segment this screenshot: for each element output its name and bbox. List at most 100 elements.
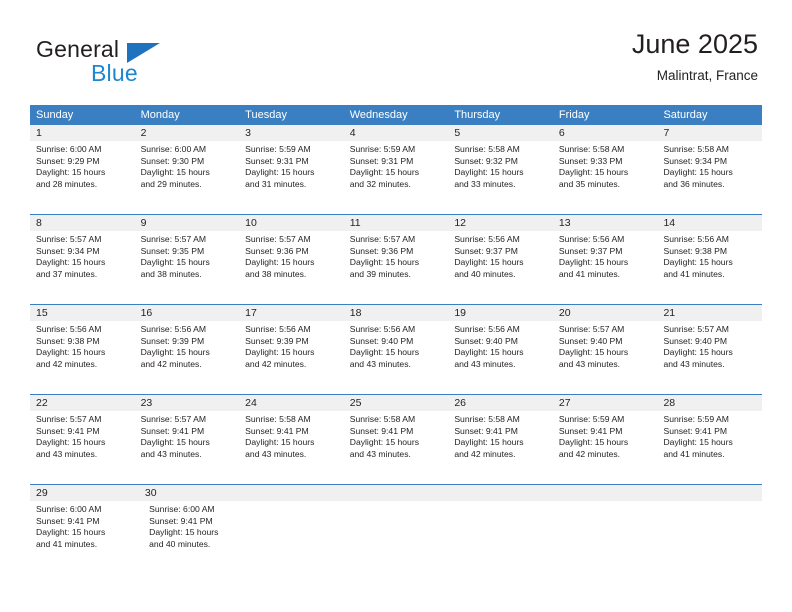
week-day-detail-row: Sunrise: 5:57 AM Sunset: 9:34 PM Daylight:… xyxy=(30,231,762,304)
sunset-text: Sunset: 9:41 PM xyxy=(663,425,728,436)
day-number[interactable]: 20 xyxy=(553,305,658,321)
calendar-week-row: 22 23 24 25 26 27 28 Sunrise: 5:57 AM Sunset: 9:… xyxy=(30,394,762,484)
day-number[interactable]: 3 xyxy=(239,125,344,141)
calendar-page: General Blue June 2025 Malintrat, France… xyxy=(0,0,792,612)
day-cell[interactable]: Sunrise: 5:56 AM Sunset: 9:40 PM Daylight:… xyxy=(448,321,553,394)
day-number[interactable]: 30 xyxy=(139,485,248,501)
day-number[interactable]: 16 xyxy=(135,305,240,321)
weekday-header-thursday: Thursday xyxy=(454,109,501,121)
day-number[interactable]: 19 xyxy=(448,305,553,321)
sunset-text: Sunset: 9:29 PM xyxy=(36,155,100,166)
sunset-text: Sunset: 9:34 PM xyxy=(36,245,100,256)
daylight-text-line1: Daylight: 15 hours xyxy=(558,167,629,178)
day-cell[interactable]: Sunrise: 5:56 AM Sunset: 9:39 PM Daylight:… xyxy=(239,321,344,394)
day-cell[interactable]: Sunrise: 6:00 AM Sunset: 9:30 PM Daylight:… xyxy=(135,141,240,214)
day-cell[interactable]: Sunrise: 5:59 AM Sunset: 9:41 PM Daylight:… xyxy=(553,411,658,484)
daylight-text-line2: and 38 minutes. xyxy=(245,268,307,279)
day-number[interactable]: 18 xyxy=(344,305,449,321)
day-cell[interactable]: Sunrise: 5:56 AM Sunset: 9:40 PM Daylight:… xyxy=(344,321,449,394)
day-cell[interactable]: Sunrise: 5:57 AM Sunset: 9:40 PM Daylight:… xyxy=(553,321,658,394)
day-cell[interactable]: Sunrise: 5:57 AM Sunset: 9:35 PM Daylight:… xyxy=(135,231,240,304)
day-number[interactable]: 26 xyxy=(448,395,553,411)
brand-logo[interactable]: General Blue xyxy=(36,36,266,92)
sunrise-text: Sunrise: 5:59 AM xyxy=(349,144,416,154)
day-number[interactable]: 17 xyxy=(239,305,344,321)
day-number[interactable]: 27 xyxy=(553,395,658,411)
daylight-text-line1: Daylight: 15 hours xyxy=(245,257,315,268)
day-cell[interactable]: Sunrise: 5:58 AM Sunset: 9:34 PM Daylight:… xyxy=(657,141,762,214)
day-cell[interactable]: Sunrise: 5:56 AM Sunset: 9:39 PM Daylight:… xyxy=(135,321,240,394)
daylight-text-line2: and 43 minutes. xyxy=(36,448,98,459)
day-number[interactable]: 28 xyxy=(657,395,762,411)
day-number[interactable]: 8 xyxy=(30,215,135,231)
day-number[interactable]: 7 xyxy=(657,125,762,141)
day-number[interactable]: 25 xyxy=(344,395,449,411)
daylight-text-line1: Daylight: 15 hours xyxy=(349,167,420,178)
day-number[interactable]: 9 xyxy=(135,215,240,231)
daylight-text-line1: Daylight: 15 hours xyxy=(140,167,210,178)
day-number[interactable]: 11 xyxy=(344,215,449,231)
day-number[interactable]: 13 xyxy=(553,215,658,231)
sunset-text: Sunset: 9:32 PM xyxy=(454,155,518,166)
day-number[interactable]: 22 xyxy=(30,395,135,411)
day-number[interactable]: 5 xyxy=(448,125,553,141)
day-cell[interactable]: Sunrise: 5:56 AM Sunset: 9:38 PM Daylight:… xyxy=(30,321,135,394)
sunrise-text: Sunrise: 5:57 AM xyxy=(349,234,416,244)
page-title: June 2025 xyxy=(631,29,758,59)
day-number[interactable]: 12 xyxy=(448,215,553,231)
day-number[interactable]: 24 xyxy=(239,395,344,411)
day-cell[interactable]: Sunrise: 5:58 AM Sunset: 9:41 PM Daylight:… xyxy=(344,411,449,484)
daylight-text-line2: and 36 minutes. xyxy=(663,178,725,189)
sunrise-text: Sunrise: 5:59 AM xyxy=(245,144,311,154)
day-cell[interactable]: Sunrise: 5:57 AM Sunset: 9:41 PM Daylight:… xyxy=(30,411,135,484)
day-cell[interactable]: Sunrise: 5:58 AM Sunset: 9:41 PM Daylight:… xyxy=(448,411,553,484)
day-number[interactable]: 23 xyxy=(135,395,240,411)
day-cell[interactable]: Sunrise: 5:57 AM Sunset: 9:40 PM Daylight:… xyxy=(657,321,762,394)
day-cell[interactable]: Sunrise: 5:57 AM Sunset: 9:34 PM Daylight:… xyxy=(30,231,135,304)
day-cell[interactable]: Sunrise: 6:00 AM Sunset: 9:41 PM Daylight:… xyxy=(143,501,256,574)
day-cell[interactable]: Sunrise: 5:59 AM Sunset: 9:31 PM Daylight:… xyxy=(239,141,344,214)
daylight-text-line1: Daylight: 15 hours xyxy=(558,347,629,358)
week-day-detail-row: Sunrise: 5:56 AM Sunset: 9:38 PM Daylight:… xyxy=(30,321,762,394)
day-cell[interactable]: Sunrise: 5:57 AM Sunset: 9:36 PM Daylight:… xyxy=(239,231,344,304)
sunrise-text: Sunrise: 5:56 AM xyxy=(558,234,625,244)
day-cell[interactable]: Sunrise: 5:56 AM Sunset: 9:38 PM Daylight:… xyxy=(657,231,762,304)
sunset-text: Sunset: 9:37 PM xyxy=(454,245,518,256)
sunrise-text: Sunrise: 5:58 AM xyxy=(245,414,311,424)
day-number[interactable]: 4 xyxy=(344,125,449,141)
day-number[interactable]: 29 xyxy=(30,485,139,501)
sunrise-text: Sunrise: 5:57 AM xyxy=(245,234,311,244)
daylight-text-line2: and 32 minutes. xyxy=(349,178,411,189)
day-number[interactable]: 1 xyxy=(30,125,135,141)
sunset-text: Sunset: 9:36 PM xyxy=(349,245,414,256)
day-cell[interactable]: Sunrise: 5:56 AM Sunset: 9:37 PM Daylight:… xyxy=(448,231,553,304)
day-number[interactable]: 6 xyxy=(553,125,658,141)
daylight-text-line1: Daylight: 15 hours xyxy=(349,347,420,358)
day-cell[interactable]: Sunrise: 5:57 AM Sunset: 9:36 PM Daylight:… xyxy=(344,231,449,304)
day-number[interactable]: 21 xyxy=(657,305,762,321)
day-number[interactable]: 15 xyxy=(30,305,135,321)
empty-day-cell xyxy=(560,501,661,574)
sunset-text: Sunset: 9:38 PM xyxy=(36,335,100,346)
daylight-text-line1: Daylight: 15 hours xyxy=(36,437,106,448)
weekday-header-tuesday: Tuesday xyxy=(245,109,287,121)
day-cell[interactable]: Sunrise: 6:00 AM Sunset: 9:29 PM Daylight:… xyxy=(30,141,135,214)
day-cell[interactable]: Sunrise: 5:58 AM Sunset: 9:33 PM Daylight:… xyxy=(553,141,658,214)
brand-name-blue: Blue xyxy=(91,60,138,86)
daylight-text-line2: and 43 minutes. xyxy=(663,358,725,369)
title-block: June 2025 Malintrat, France xyxy=(632,28,758,86)
day-cell[interactable]: Sunrise: 5:58 AM Sunset: 9:32 PM Daylight:… xyxy=(448,141,553,214)
day-number[interactable]: 10 xyxy=(239,215,344,231)
sunrise-text: Sunrise: 5:57 AM xyxy=(140,234,207,244)
day-number[interactable]: 2 xyxy=(135,125,240,141)
calendar-grid: Sunday Monday Tuesday Wednesday Thursday Frid… xyxy=(30,105,762,574)
day-cell[interactable]: Sunrise: 5:59 AM Sunset: 9:41 PM Daylight:… xyxy=(657,411,762,484)
calendar-weekday-header: Sunday Monday Tuesday Wednesday Thursday Frid… xyxy=(30,105,762,125)
day-number[interactable]: 14 xyxy=(657,215,762,231)
day-cell[interactable]: Sunrise: 5:57 AM Sunset: 9:41 PM Daylight:… xyxy=(135,411,240,484)
sunrise-text: Sunrise: 5:58 AM xyxy=(663,144,729,154)
day-cell[interactable]: Sunrise: 5:56 AM Sunset: 9:37 PM Daylight:… xyxy=(553,231,658,304)
day-cell[interactable]: Sunrise: 6:00 AM Sunset: 9:41 PM Daylight:… xyxy=(30,501,143,574)
day-cell[interactable]: Sunrise: 5:58 AM Sunset: 9:41 PM Daylight:… xyxy=(239,411,344,484)
day-cell[interactable]: Sunrise: 5:59 AM Sunset: 9:31 PM Daylight:… xyxy=(344,141,449,214)
